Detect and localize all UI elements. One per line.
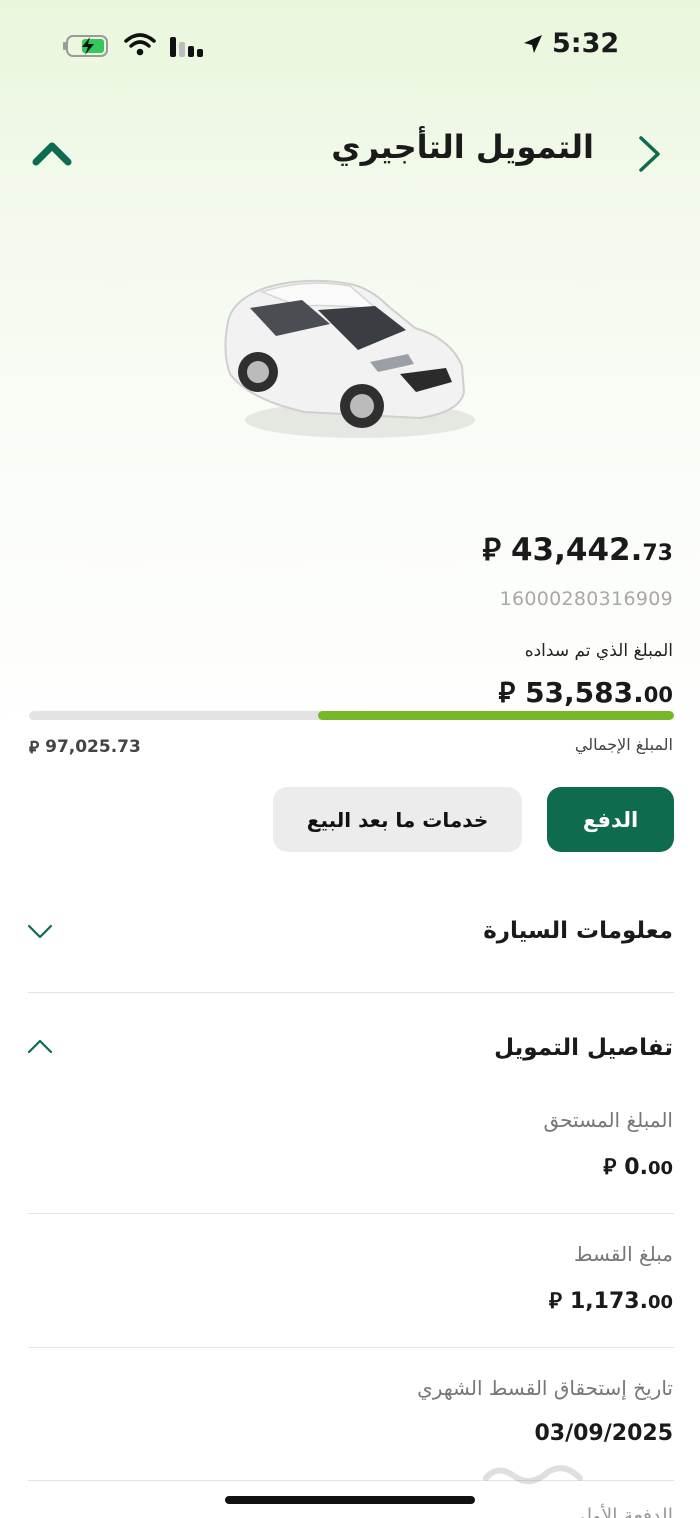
car-image <box>224 279 475 438</box>
remaining-amount: ⃁ 43,442.73 <box>483 528 673 569</box>
riyal-symbol-icon: ⃁ <box>482 532 501 568</box>
car-info-section-title[interactable]: معلومات السيارة <box>483 918 673 944</box>
installment-amount-value: ⃁ 1,173.00 <box>549 1287 673 1315</box>
due-amount-value: ⃁ 0.00 <box>603 1153 673 1181</box>
due-amount-label: المبلغ المستحق <box>543 1108 673 1132</box>
payment-progress-bar <box>29 711 674 720</box>
down-payment-label: الدفعة الأولى <box>570 1505 673 1518</box>
page-title: التمويل التأجيري <box>331 128 594 166</box>
paid-amount-dec: 00 <box>643 683 673 707</box>
home-indicator <box>225 1496 475 1504</box>
divider <box>28 1347 674 1348</box>
divider <box>28 1213 674 1214</box>
after-sales-services-button[interactable]: خدمات ما بعد البيع <box>273 787 522 852</box>
riyal-symbol-icon: ⃁ <box>498 676 516 709</box>
signal-icon <box>170 37 203 57</box>
battery-charging-icon <box>63 35 108 57</box>
total-label: المبلغ الإجمالي <box>574 735 673 754</box>
paid-label: المبلغ الذي تم سداده <box>524 641 673 661</box>
paid-amount: ⃁ 53,583.00 <box>498 673 673 710</box>
finance-details-section-title[interactable]: تفاصيل التمويل <box>494 1035 673 1061</box>
chevron-down-icon[interactable] <box>26 920 54 942</box>
back-chevron-icon[interactable] <box>632 134 666 174</box>
riyal-symbol-icon: ⃁ <box>548 1289 562 1314</box>
riyal-symbol-icon: ⃁ <box>603 1155 617 1180</box>
payment-progress-fill <box>317 711 674 720</box>
chevron-up-icon[interactable] <box>26 1036 54 1058</box>
contract-number: 16000280316909 <box>499 588 673 610</box>
installment-amount-int: 1,173. <box>569 1289 648 1314</box>
remaining-amount-int: 43,442. <box>510 532 643 568</box>
wifi-icon <box>124 33 156 56</box>
remaining-amount-dec: 73 <box>642 541 673 566</box>
collapse-up-icon[interactable] <box>32 138 72 168</box>
divider <box>28 992 674 993</box>
total-amount: ⃁ 97,025.73 <box>29 736 141 758</box>
location-icon <box>524 35 542 53</box>
status-time: 5:32 <box>552 28 620 59</box>
installment-amount-dec: 00 <box>647 1292 673 1313</box>
pay-button[interactable]: الدفع <box>547 787 674 852</box>
due-amount-dec: 00 <box>647 1158 673 1179</box>
total-amount-value: 97,025.73 <box>45 737 141 757</box>
paid-amount-int: 53,583. <box>525 676 644 709</box>
installment-amount-label: مبلغ القسط <box>574 1242 673 1266</box>
watermark-logo <box>483 1465 583 1485</box>
due-amount-int: 0. <box>624 1155 648 1180</box>
monthly-due-date-label: تاريخ إستحقاق القسط الشهري <box>417 1376 673 1400</box>
riyal-symbol-icon: ⃁ <box>29 738 40 758</box>
monthly-due-date-value: 03/09/2025 <box>534 1421 673 1446</box>
